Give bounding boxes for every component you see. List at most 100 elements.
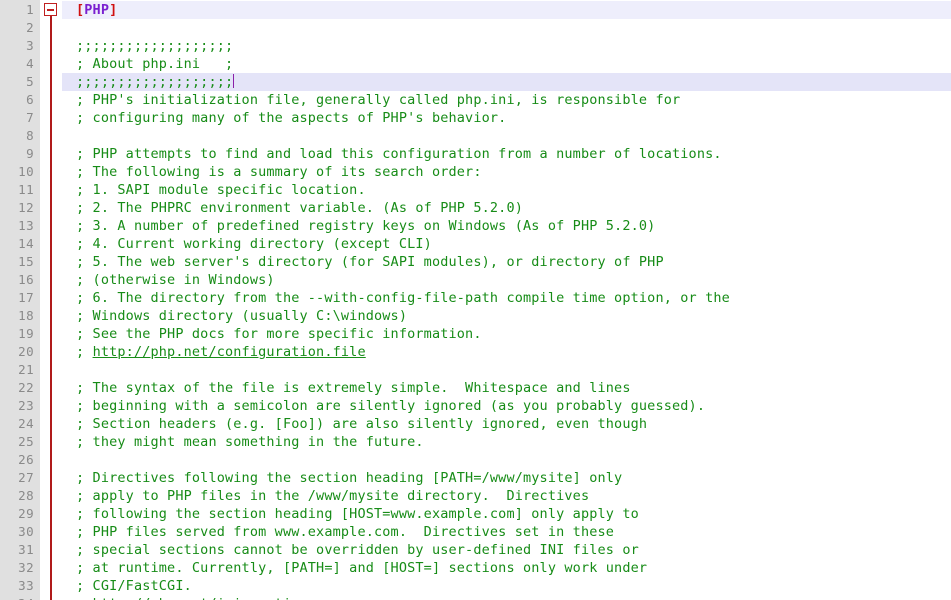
code-line[interactable]: ; 4. Current working directory (except C… [62,235,951,253]
code-line[interactable]: ;;;;;;;;;;;;;;;;;;; [62,73,951,91]
comment-text: ; PHP's initialization file, generally c… [76,92,681,108]
section-name: PHP [84,2,110,18]
comment-text: ; 4. Current working directory (except C… [76,236,432,252]
comment-text: ; See the PHP docs for more specific inf… [76,326,482,342]
comment-text: ; at runtime. Currently, [PATH=] and [HO… [76,560,648,576]
code-line[interactable]: ; CGI/FastCGI. [62,577,951,595]
comment-text: ; 3. A number of predefined registry key… [76,218,656,234]
line-number: 1 [26,2,34,17]
code-line[interactable]: ; 1. SAPI module specific location. [62,181,951,199]
comment-text: ; 6. The directory from the --with-confi… [76,290,730,306]
code-line[interactable] [62,127,951,145]
section-bracket-close: ] [109,2,118,18]
line-number: 13 [18,218,34,233]
line-number: 8 [26,128,34,143]
code-line[interactable]: ; beginning with a semicolon are silentl… [62,397,951,415]
comment-text: ; following the section heading [HOST=ww… [76,506,639,522]
line-number: 10 [18,164,34,179]
line-number: 2 [26,20,34,35]
code-line[interactable]: ; 6. The directory from the --with-confi… [62,289,951,307]
fold-guide-line [50,14,52,600]
line-number: 23 [18,398,34,413]
code-line[interactable]: ; PHP's initialization file, generally c… [62,91,951,109]
comment-text: ;;;;;;;;;;;;;;;;;;; [76,38,234,54]
code-line[interactable]: ; http://php.net/configuration.file [62,343,951,361]
comment-prefix: ; [76,596,93,600]
line-number: 4 [26,56,34,71]
code-line[interactable] [62,451,951,469]
code-line[interactable]: ; configuring many of the aspects of PHP… [62,109,951,127]
url-hotspot[interactable]: http://php.net/configuration.file [93,344,366,360]
line-number: 15 [18,254,34,269]
code-line[interactable]: ; Windows directory (usually C:\windows) [62,307,951,325]
comment-text: ; CGI/FastCGI. [76,578,192,594]
line-number: 7 [26,110,34,125]
code-line[interactable]: ; About php.ini ; [62,55,951,73]
line-number: 3 [26,38,34,53]
line-number: 6 [26,92,34,107]
line-number: 16 [18,272,34,287]
comment-text: ; About php.ini ; [76,56,234,72]
url-hotspot[interactable]: http://php.net/ini.sections [93,596,317,600]
comment-text: ; Directives following the section headi… [76,470,623,486]
comment-text: ;;;;;;;;;;;;;;;;;;; [76,74,234,90]
code-line[interactable] [62,361,951,379]
code-line[interactable]: ; (otherwise in Windows) [62,271,951,289]
code-line[interactable]: ; at runtime. Currently, [PATH=] and [HO… [62,559,951,577]
code-line[interactable]: ; apply to PHP files in the /www/mysite … [62,487,951,505]
comment-text: ; PHP attempts to find and load this con… [76,146,722,162]
line-number: 25 [18,434,34,449]
comment-text: ; apply to PHP files in the /www/mysite … [76,488,590,504]
comment-text: ; beginning with a semicolon are silentl… [76,398,706,414]
line-number: 31 [18,542,34,557]
comment-text: ; The syntax of the file is extremely si… [76,380,631,396]
code-line[interactable]: ; they might mean something in the futur… [62,433,951,451]
comment-text: ; they might mean something in the futur… [76,434,424,450]
line-number: 12 [18,200,34,215]
code-line[interactable]: ; http://php.net/ini.sections [62,595,951,600]
code-line[interactable]: ; Directives following the section headi… [62,469,951,487]
line-number: 18 [18,308,34,323]
line-number-gutter: 1 2 3 4 5 6 7 8 9 10 11 12 13 14 15 16 17 18 19 20 21 22 23 24 2… [0,0,40,600]
line-number: 24 [18,416,34,431]
line-number: 34 [0,595,40,600]
line-number: 26 [18,452,34,467]
line-number: 9 [26,146,34,161]
fold-margin[interactable] [40,0,62,600]
fold-collapse-icon[interactable] [44,3,57,16]
comment-text: ; 2. The PHPRC environment variable. (As… [76,200,523,216]
comment-text: ; The following is a summary of its sear… [76,164,482,180]
code-line[interactable]: ; 3. A number of predefined registry key… [62,217,951,235]
code-line[interactable]: ;;;;;;;;;;;;;;;;;;; [62,37,951,55]
text-caret [233,74,235,88]
line-number: 5 [26,74,34,89]
code-line[interactable] [62,19,951,37]
line-number: 28 [18,488,34,503]
comment-text: ; 5. The web server's directory (for SAP… [76,254,664,270]
line-number: 32 [18,560,34,575]
line-number: 19 [18,326,34,341]
code-line[interactable]: ; 2. The PHPRC environment variable. (As… [62,199,951,217]
code-line[interactable]: ; following the section heading [HOST=ww… [62,505,951,523]
code-text-area[interactable]: [PHP];;;;;;;;;;;;;;;;;;; ; About php.ini … [62,0,951,600]
comment-text: ; 1. SAPI module specific location. [76,182,366,198]
code-line[interactable]: ; special sections cannot be overridden … [62,541,951,559]
code-line[interactable]: ; PHP files served from www.example.com.… [62,523,951,541]
code-line[interactable]: ; PHP attempts to find and load this con… [62,145,951,163]
line-number: 33 [18,578,34,593]
code-line[interactable]: ; Section headers (e.g. [Foo]) are also … [62,415,951,433]
line-number: 14 [18,236,34,251]
code-line[interactable]: ; The syntax of the file is extremely si… [62,379,951,397]
code-line[interactable]: ; 5. The web server's directory (for SAP… [62,253,951,271]
comment-text: ; (otherwise in Windows) [76,272,275,288]
comment-prefix: ; [76,344,93,360]
code-line[interactable]: [PHP] [62,1,951,19]
line-number: 11 [18,182,34,197]
text-editor-view[interactable]: 1 2 3 4 5 6 7 8 9 10 11 12 13 14 15 16 17 18 19 20 21 22 23 24 2… [0,0,951,600]
comment-text: ; special sections cannot be overridden … [76,542,639,558]
comment-text: ; configuring many of the aspects of PHP… [76,110,507,126]
code-line[interactable]: ; The following is a summary of its sear… [62,163,951,181]
line-number: 17 [18,290,34,305]
line-number: 30 [18,524,34,539]
code-line[interactable]: ; See the PHP docs for more specific inf… [62,325,951,343]
